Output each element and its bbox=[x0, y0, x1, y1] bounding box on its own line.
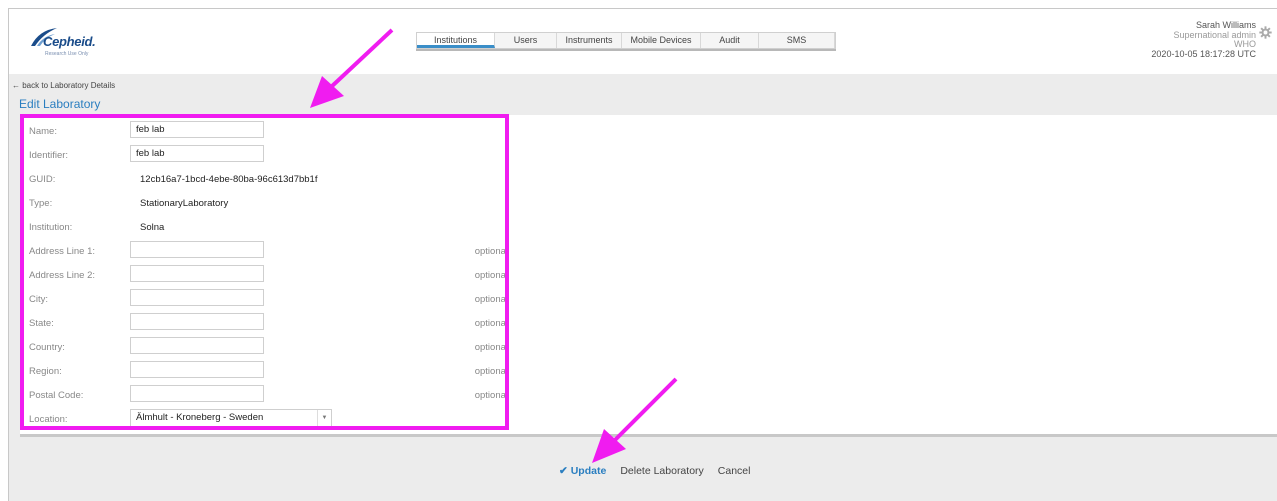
tab-audit[interactable]: Audit bbox=[701, 33, 759, 48]
city-row: City: optional bbox=[20, 288, 510, 310]
name-input[interactable]: feb lab bbox=[130, 121, 264, 138]
address1-row: Address Line 1: optional bbox=[20, 240, 510, 262]
city-optional-hint: optional bbox=[474, 294, 508, 305]
address2-optional-hint: optional bbox=[474, 270, 508, 281]
tab-mobile-devices[interactable]: Mobile Devices bbox=[622, 33, 701, 48]
postal-optional-hint: optional bbox=[474, 390, 508, 401]
header: Cepheid. Research Use Only Institutions U… bbox=[9, 9, 1277, 74]
guid-row: GUID: 12cb16a7-1bcd-4ebe-80ba-96c613d7bb… bbox=[20, 168, 510, 190]
address1-label: Address Line 1: bbox=[29, 246, 96, 257]
name-row: Name: feb lab bbox=[20, 120, 510, 142]
edit-laboratory-form: Name: feb lab Identifier: feb lab GUID: … bbox=[20, 115, 1277, 437]
region-row: Region: optional bbox=[20, 360, 510, 382]
update-button[interactable]: ✔ Update bbox=[559, 465, 606, 477]
type-value: StationaryLaboratory bbox=[140, 198, 229, 209]
identifier-input[interactable]: feb lab bbox=[130, 145, 264, 162]
delete-laboratory-button[interactable]: Delete Laboratory bbox=[620, 465, 703, 477]
back-to-laboratory-link[interactable]: ← back to Laboratory Details bbox=[12, 81, 115, 90]
state-label: State: bbox=[29, 318, 54, 329]
postal-input[interactable] bbox=[130, 385, 264, 402]
cepheid-logo[interactable]: Cepheid. Research Use Only bbox=[29, 26, 109, 66]
address2-input[interactable] bbox=[130, 265, 264, 282]
type-label: Type: bbox=[29, 198, 53, 209]
region-label: Region: bbox=[29, 366, 62, 377]
identifier-label: Identifier: bbox=[29, 150, 69, 161]
country-row: Country: optional bbox=[20, 336, 510, 358]
region-optional-hint: optional bbox=[474, 366, 508, 377]
country-input[interactable] bbox=[130, 337, 264, 354]
cancel-button[interactable]: Cancel bbox=[718, 465, 751, 477]
address2-row: Address Line 2: optional bbox=[20, 264, 510, 286]
state-row: State: optional bbox=[20, 312, 510, 334]
address1-optional-hint: optional bbox=[474, 246, 508, 257]
city-label: City: bbox=[29, 294, 48, 305]
tab-institutions[interactable]: Institutions bbox=[417, 33, 495, 48]
institution-row: Institution: Solna bbox=[20, 216, 510, 238]
chevron-down-icon[interactable]: ▼ bbox=[317, 410, 331, 426]
type-row: Type: StationaryLaboratory bbox=[20, 192, 510, 214]
location-selected-value: Älmhult - Kroneberg - Sweden bbox=[136, 412, 264, 423]
country-optional-hint: optional bbox=[474, 342, 508, 353]
postal-row: Postal Code: optional bbox=[20, 384, 510, 406]
user-info: Sarah Williams Supernational admin WHO 2… bbox=[1151, 20, 1256, 59]
form-actions: ✔ Update Delete Laboratory Cancel bbox=[559, 465, 750, 477]
location-row: Location: Älmhult - Kroneberg - Sweden ▼ bbox=[20, 408, 510, 430]
server-timestamp: 2020-10-05 18:17:28 UTC bbox=[1151, 48, 1256, 59]
tab-instruments[interactable]: Instruments bbox=[557, 33, 622, 48]
logo-text: Cepheid. bbox=[43, 34, 96, 49]
region-input[interactable] bbox=[130, 361, 264, 378]
state-optional-hint: optional bbox=[474, 318, 508, 329]
tab-sms[interactable]: SMS bbox=[759, 33, 835, 48]
name-label: Name: bbox=[29, 126, 57, 137]
country-label: Country: bbox=[29, 342, 65, 353]
guid-value: 12cb16a7-1bcd-4ebe-80ba-96c613d7bb1f bbox=[140, 174, 318, 185]
nav-rule bbox=[416, 49, 836, 51]
state-input[interactable] bbox=[130, 313, 264, 330]
institution-value: Solna bbox=[140, 222, 165, 233]
city-input[interactable] bbox=[130, 289, 264, 306]
logo-tagline: Research Use Only bbox=[45, 51, 89, 57]
address2-label: Address Line 2: bbox=[29, 270, 96, 281]
identifier-row: Identifier: feb lab bbox=[20, 144, 510, 166]
main-nav: Institutions Users Instruments Mobile Devic… bbox=[416, 32, 836, 49]
address1-input[interactable] bbox=[130, 241, 264, 258]
postal-label: Postal Code: bbox=[29, 390, 84, 401]
institution-label: Institution: bbox=[29, 222, 73, 233]
app-frame: Cepheid. Research Use Only Institutions U… bbox=[8, 8, 1277, 501]
guid-label: GUID: bbox=[29, 174, 56, 185]
gear-icon[interactable] bbox=[1259, 26, 1272, 39]
location-select[interactable]: Älmhult - Kroneberg - Sweden ▼ bbox=[130, 409, 332, 427]
page-title: Edit Laboratory bbox=[19, 97, 101, 111]
tab-users[interactable]: Users bbox=[495, 33, 557, 48]
location-label: Location: bbox=[29, 414, 68, 425]
